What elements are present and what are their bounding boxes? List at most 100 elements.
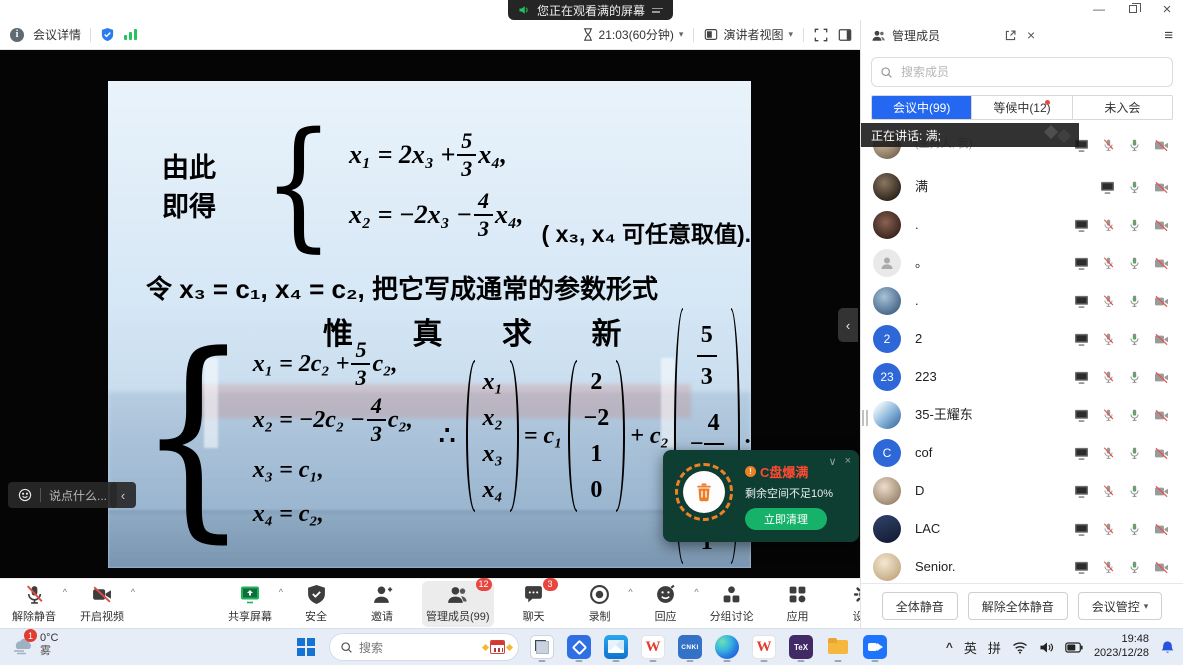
camera-muted-icon[interactable] xyxy=(1154,523,1169,536)
panel-collapse-button[interactable]: ‹ xyxy=(838,308,858,342)
mic-on-icon[interactable] xyxy=(1128,370,1141,384)
member-row[interactable]: 23 223 xyxy=(861,358,1183,396)
member-tab[interactable]: 等候中(12) xyxy=(971,96,1071,119)
camera-muted-icon[interactable] xyxy=(1154,409,1169,422)
mic-on-icon[interactable] xyxy=(1128,138,1141,152)
meeting-details-link[interactable]: 会议详情 xyxy=(33,26,81,43)
breakout-rooms-button[interactable]: 分组讨论 xyxy=(706,581,758,627)
start-video-button[interactable]: ^ 开启视频 xyxy=(76,581,128,627)
panel-footer-button[interactable]: 解除全体静音▾ xyxy=(968,592,1068,620)
taskbar-app-explorer[interactable] xyxy=(824,632,852,662)
camera-muted-icon[interactable] xyxy=(1154,257,1169,270)
volume-icon[interactable] xyxy=(1039,641,1054,654)
ime-english-indicator[interactable]: 英 xyxy=(964,638,977,657)
mic-muted-icon[interactable] xyxy=(1102,408,1115,422)
mic-muted-icon[interactable] xyxy=(1102,370,1115,384)
unmute-button[interactable]: ^ 解除静音 xyxy=(8,581,60,627)
member-row[interactable]: LAC xyxy=(861,510,1183,548)
mic-muted-icon[interactable] xyxy=(1102,256,1115,270)
panel-resize-handle[interactable] xyxy=(862,410,868,426)
taskbar-app-tex[interactable]: TeX xyxy=(787,632,815,662)
chevron-up-icon[interactable]: ^ xyxy=(63,587,67,597)
mic-muted-icon[interactable] xyxy=(1102,446,1115,460)
notification-bell-icon[interactable] xyxy=(1160,640,1175,655)
view-mode-dropdown[interactable]: 演讲者视图 ▾ xyxy=(704,26,793,43)
panel-footer-button[interactable]: 全体静音▾ xyxy=(882,592,958,620)
battery-icon[interactable] xyxy=(1065,642,1083,653)
window-minimize-button[interactable]: — xyxy=(1091,2,1107,16)
taskbar-app-meeting[interactable] xyxy=(861,632,889,662)
side-panel-icon[interactable] xyxy=(838,28,852,42)
clean-now-button[interactable]: 立即清理 xyxy=(745,508,827,530)
mic-muted-icon[interactable] xyxy=(1102,522,1115,536)
mic-muted-icon[interactable] xyxy=(1102,560,1115,574)
member-row[interactable]: 35-王耀东 xyxy=(861,396,1183,434)
member-row[interactable]: 2 2 xyxy=(861,320,1183,358)
window-restore-button[interactable] xyxy=(1125,2,1141,16)
mic-on-icon[interactable] xyxy=(1128,294,1141,308)
member-row[interactable]: 。 xyxy=(861,244,1183,282)
mic-on-icon[interactable] xyxy=(1128,218,1141,232)
member-row[interactable]: C cof xyxy=(861,434,1183,472)
chevron-up-icon[interactable]: ^ xyxy=(131,587,135,597)
mic-muted-icon[interactable] xyxy=(1102,484,1115,498)
start-button[interactable] xyxy=(292,633,320,661)
mic-on-icon[interactable] xyxy=(1128,484,1141,498)
chat-quick-input[interactable]: 说点什么... xyxy=(8,482,117,508)
reactions-button[interactable]: ^ 回应 xyxy=(640,581,692,627)
chat-collapse-button[interactable]: ‹ xyxy=(110,482,136,508)
member-tab[interactable]: 未入会 xyxy=(1072,96,1172,119)
taskbar-app-blue[interactable] xyxy=(565,632,593,662)
chevron-up-icon[interactable]: ^ xyxy=(694,587,698,597)
mic-muted-icon[interactable] xyxy=(1102,294,1115,308)
taskbar-app-wps2[interactable]: W xyxy=(750,632,778,662)
smiley-icon[interactable] xyxy=(18,488,32,502)
member-row[interactable]: Senior. xyxy=(861,548,1183,583)
member-row[interactable]: . xyxy=(861,282,1183,320)
toast-menu-icon[interactable] xyxy=(652,8,663,13)
chevron-up-icon[interactable]: ^ xyxy=(628,587,632,597)
mic-muted-icon[interactable] xyxy=(1102,138,1115,152)
taskbar-app-wps[interactable]: W xyxy=(639,632,667,662)
popup-minimize-button[interactable]: ∨ xyxy=(829,455,837,468)
mic-on-icon[interactable] xyxy=(1128,560,1141,574)
taskbar-app-taskview[interactable] xyxy=(528,632,556,662)
camera-muted-icon[interactable] xyxy=(1154,561,1169,574)
mic-on-icon[interactable] xyxy=(1128,408,1141,422)
member-row[interactable]: 满 xyxy=(861,168,1183,206)
mic-muted-icon[interactable] xyxy=(1102,218,1115,232)
meeting-timer-dropdown[interactable]: 21:03(60分钟) ▾ xyxy=(582,26,684,43)
mic-on-icon[interactable] xyxy=(1128,446,1141,460)
security-button[interactable]: 安全 xyxy=(290,581,342,627)
taskbar-app-mail[interactable] xyxy=(602,632,630,662)
panel-footer-button[interactable]: 会议管控▾ xyxy=(1078,592,1163,620)
manage-members-button[interactable]: 12 管理成员(99) xyxy=(422,581,494,627)
window-close-button[interactable]: × xyxy=(1159,2,1175,16)
camera-muted-icon[interactable] xyxy=(1154,139,1169,152)
chevron-up-icon[interactable]: ^ xyxy=(279,587,283,597)
taskbar-clock[interactable]: 19:48 2023/12/28 xyxy=(1094,633,1149,661)
camera-muted-icon[interactable] xyxy=(1154,219,1169,232)
camera-muted-icon[interactable] xyxy=(1154,295,1169,308)
apps-button[interactable]: 应用 xyxy=(772,581,824,627)
camera-muted-icon[interactable] xyxy=(1154,371,1169,384)
invite-button[interactable]: 邀请 xyxy=(356,581,408,627)
mic-on-icon[interactable] xyxy=(1128,180,1141,194)
camera-muted-icon[interactable] xyxy=(1154,181,1169,194)
member-row[interactable]: . xyxy=(861,206,1183,244)
mic-on-icon[interactable] xyxy=(1128,522,1141,536)
taskbar-app-edge[interactable] xyxy=(713,632,741,662)
ime-pinyin-indicator[interactable]: 拼 xyxy=(988,638,1001,657)
camera-muted-icon[interactable] xyxy=(1154,333,1169,346)
fullscreen-icon[interactable] xyxy=(814,28,828,42)
chat-button[interactable]: 3 聊天 xyxy=(508,581,560,627)
share-screen-button[interactable]: ^ 共享屏幕 xyxy=(224,581,276,627)
member-search[interactable] xyxy=(871,57,1173,87)
search-input[interactable] xyxy=(899,64,1164,80)
panel-close-button[interactable]: × xyxy=(1027,27,1035,43)
popout-icon[interactable] xyxy=(1004,29,1017,42)
shield-check-icon[interactable] xyxy=(100,27,115,42)
calendar-highlight-icon[interactable] xyxy=(483,640,512,654)
mic-on-icon[interactable] xyxy=(1128,256,1141,270)
taskbar-search[interactable]: 搜索 xyxy=(329,633,519,661)
